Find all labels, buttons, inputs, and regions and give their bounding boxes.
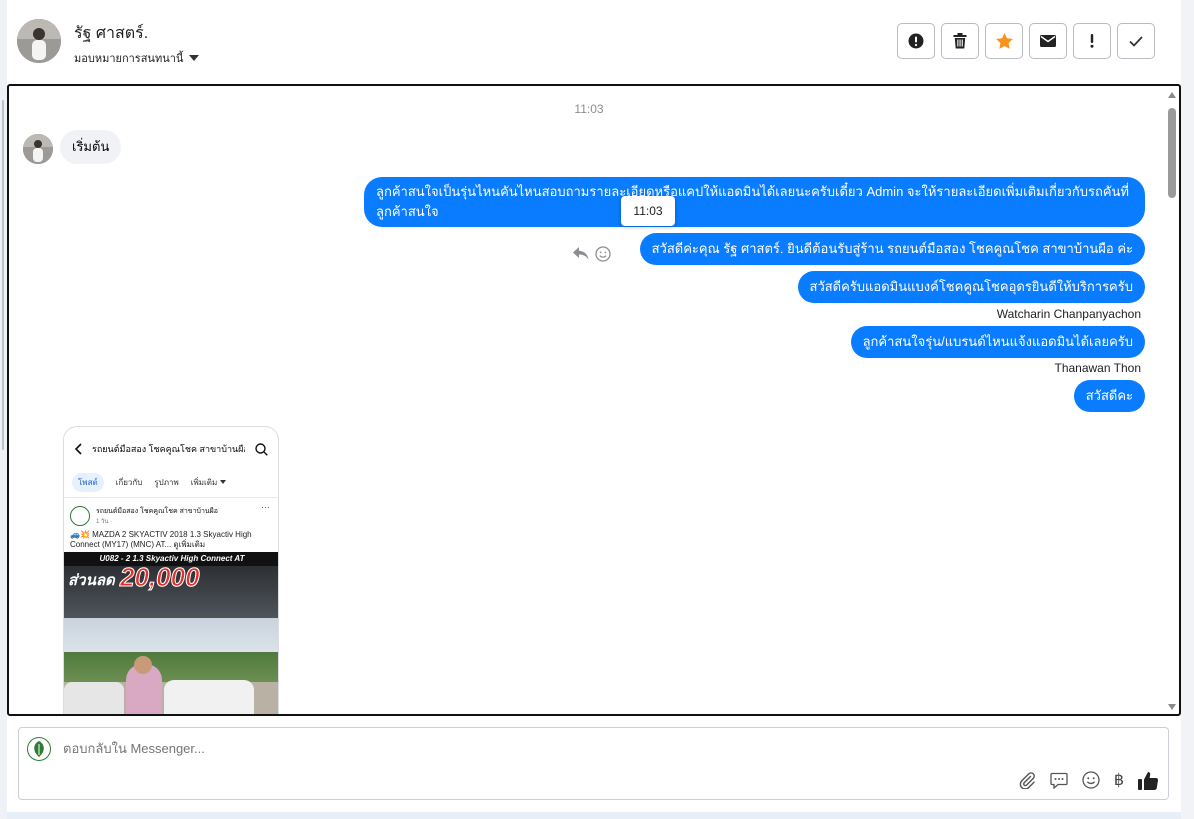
card-page-title: รถยนต์มือสอง โชคคูณโชค สาขาบ้านผือ — [92, 444, 245, 454]
post-photo: U082 - 2 1.3 Skyactiv High Connect AT ส่… — [64, 552, 278, 714]
outgoing-message[interactable]: สวัสดีครับแอดมินแบงค์โชคคูณโชคอุดรยินดีใ… — [797, 271, 1145, 303]
star-icon — [995, 33, 1013, 49]
post-text: 🚙💥 MAZDA 2 SKYACTIV 2018 1.3 Skyactiv Hi… — [70, 530, 252, 549]
message-sender: Watcharin Chanpanyachon — [996, 307, 1141, 321]
reply-input[interactable] — [63, 741, 963, 756]
outgoing-message[interactable]: ลูกค้าสนใจเป็นรุ่นไหนคันไหนสอบถามรายละเอ… — [364, 177, 1145, 227]
exclamation-icon — [1090, 34, 1094, 48]
scrollbar-thumb[interactable] — [1168, 108, 1176, 198]
card-tab: เกี่ยวกับ — [115, 477, 143, 487]
scroll-up-icon[interactable] — [1168, 92, 1176, 98]
page-logo-icon — [70, 506, 90, 526]
scroll-down-icon[interactable] — [1168, 704, 1176, 710]
star-button[interactable] — [985, 23, 1023, 59]
back-arrow-icon — [74, 443, 82, 455]
page-avatar — [27, 737, 51, 761]
discount-value: 20,000 — [120, 562, 201, 593]
conversation-header: รัฐ ศาสตร์. มอบหมายการสนทนานี้ — [7, 0, 1181, 84]
card-tab: รูปภาพ — [154, 477, 179, 487]
react-emoji-icon[interactable] — [595, 246, 611, 267]
contact-avatar[interactable] — [17, 19, 61, 63]
mark-spam-button[interactable] — [897, 23, 935, 59]
post-meta: 1 วัน · — [96, 519, 113, 525]
message-hover-tools — [573, 246, 611, 267]
message-thread[interactable]: 11:03 เริ่มต้น ลูกค้าสนใจเป็นรุ่นไหนคันไ… — [7, 84, 1181, 716]
reply-icon[interactable] — [573, 247, 589, 266]
mark-unread-button[interactable] — [1029, 23, 1067, 59]
check-icon — [1129, 35, 1143, 47]
left-divider — [0, 0, 7, 819]
caret-down-icon — [189, 55, 200, 61]
more-options-icon: ··· — [261, 502, 270, 512]
delete-button[interactable] — [941, 23, 979, 59]
assign-conversation-dropdown[interactable]: มอบหมายการสนทนานี้ — [74, 49, 200, 67]
thread-timestamp: 11:03 — [574, 102, 604, 116]
payment-baht-icon[interactable]: ฿ — [1114, 770, 1124, 790]
outgoing-message[interactable]: ลูกค้าสนใจรุ่น/แบรนด์ไหนแจ้งแอดมินได้เลย… — [850, 326, 1145, 358]
search-icon — [255, 442, 268, 456]
card-tab: โพสต์ — [72, 472, 104, 492]
incoming-avatar — [23, 134, 53, 164]
message-time-tooltip: 11:03 — [621, 196, 675, 226]
message-sender: Thanawan Thon — [1054, 361, 1141, 375]
emoji-icon[interactable] — [1082, 771, 1100, 789]
incoming-message[interactable]: เริ่มต้น — [60, 130, 122, 164]
outgoing-message[interactable]: สวัสดีคะ — [1073, 380, 1145, 412]
composer-tools: ฿ — [1018, 770, 1158, 790]
attach-icon[interactable] — [1018, 771, 1036, 789]
saved-reply-icon[interactable] — [1050, 772, 1068, 789]
contact-name[interactable]: รัฐ ศาสตร์. — [74, 21, 148, 46]
assign-label: มอบหมายการสนทนานี้ — [74, 53, 184, 65]
trash-icon — [953, 33, 967, 49]
thread-scrollbar[interactable] — [1167, 88, 1177, 714]
card-tabs: โพสต์ เกี่ยวกับ รูปภาพ เพิ่มเติม — [64, 471, 278, 493]
card-tab-more: เพิ่มเติม — [191, 476, 227, 489]
post-author: รถยนต์มือสอง โชคคูณโชค สาขาบ้านผือ — [96, 508, 218, 515]
outgoing-message[interactable]: สวัสดีค่ะคุณ รัฐ ศาสตร์. ยินดีต้อนรับสู่… — [639, 233, 1145, 265]
caret-down-icon — [220, 480, 227, 484]
like-icon[interactable] — [1138, 771, 1158, 790]
discount-label: ส่วนลด — [68, 572, 115, 589]
conversation-actions — [897, 23, 1155, 59]
card-page-header: รถยนต์มือสอง โชคคูณโชค สาขาบ้านผือ — [64, 427, 278, 471]
card-post: รถยนต์มือสอง โชคคูณโชค สาขาบ้านผือ 1 วัน… — [64, 497, 278, 555]
follow-up-button[interactable] — [1073, 23, 1111, 59]
mark-done-button[interactable] — [1117, 23, 1155, 59]
envelope-icon — [1040, 35, 1056, 47]
page-scrollbar-track[interactable] — [1181, 0, 1194, 819]
message-composer: ฿ — [18, 727, 1169, 800]
conversation-panel: รัฐ ศาสตร์. มอบหมายการสนทนานี้ 11:03 เริ… — [7, 0, 1181, 812]
shared-image-message[interactable]: รถยนต์มือสอง โชคคูณโชค สาขาบ้านผือ โพสต์… — [63, 426, 279, 714]
exclamation-circle-icon — [908, 33, 924, 49]
